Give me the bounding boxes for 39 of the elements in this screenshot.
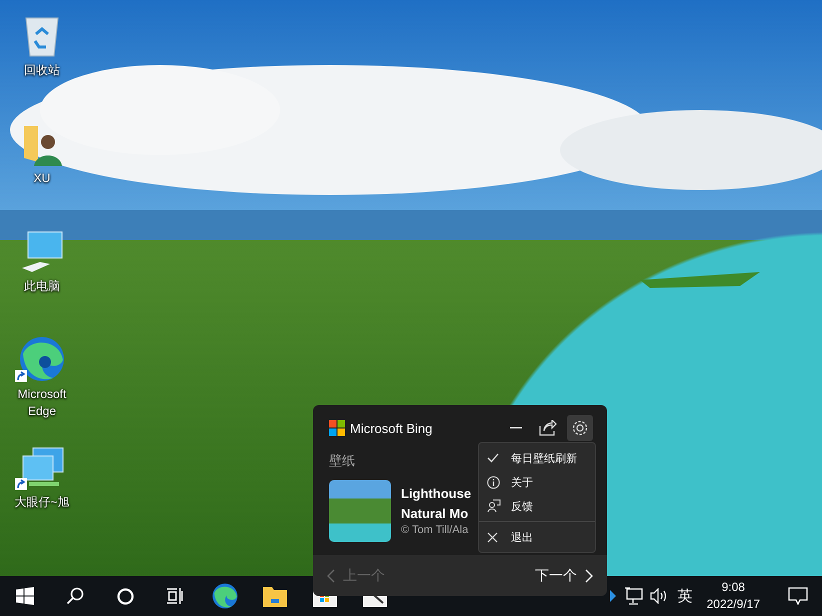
share-icon [539,420,557,436]
computer-icon[interactable] [20,230,64,274]
settings-button[interactable] [567,415,593,441]
microsoft-logo-icon [329,420,345,436]
chevron-left-icon [327,568,335,582]
wallpaper-thumbnail[interactable] [329,480,391,542]
bing-tray-icon[interactable] [608,590,618,602]
windows-start-icon[interactable] [16,587,34,605]
wallpaper-title-line: Lighthouse [401,485,472,503]
menu-item[interactable]: 关于 [479,470,595,494]
edge-logo-icon[interactable] [19,336,65,382]
network-icon[interactable] [624,587,644,605]
folder-icon[interactable] [263,585,287,607]
info-icon [487,476,500,488]
task-view-icon[interactable] [166,587,184,605]
menu-item[interactable]: 退出 [479,525,595,549]
close-icon [487,532,498,542]
desktop-icon-label[interactable]: Microsoft Edge [4,386,80,420]
section-label: 壁纸 [329,452,355,470]
minimize-icon [510,427,522,429]
brand-name: Microsoft Bing [350,420,432,436]
chevron-right-icon [585,568,593,582]
menu-item[interactable]: 反馈 [479,494,595,518]
desktop-icon-label[interactable]: 此电脑 [4,278,80,295]
settings-gear-icon [571,419,589,437]
menu-item[interactable]: 每日壁纸刷新 [479,446,595,470]
feedback-person-icon [487,499,501,513]
input-language-indicator[interactable]: 英 [678,586,693,606]
notification-icon[interactable] [788,587,808,605]
search-icon[interactable] [66,587,84,605]
edge-logo-icon[interactable] [212,583,238,609]
circle-icon[interactable] [116,588,134,604]
clock-time[interactable]: 9:08 [722,579,745,596]
desktop-icon-label[interactable]: 回收站 [4,62,80,79]
clock-date[interactable]: 2022/9/17 [706,596,760,613]
wallpaper-title-line: Natural Mo [401,505,470,523]
next-button[interactable]: 下一个 [535,566,593,584]
desktop-icon-label[interactable]: 大眼仔~旭 [4,494,80,511]
photo-credit: © Tom Till/Ala [401,524,470,536]
